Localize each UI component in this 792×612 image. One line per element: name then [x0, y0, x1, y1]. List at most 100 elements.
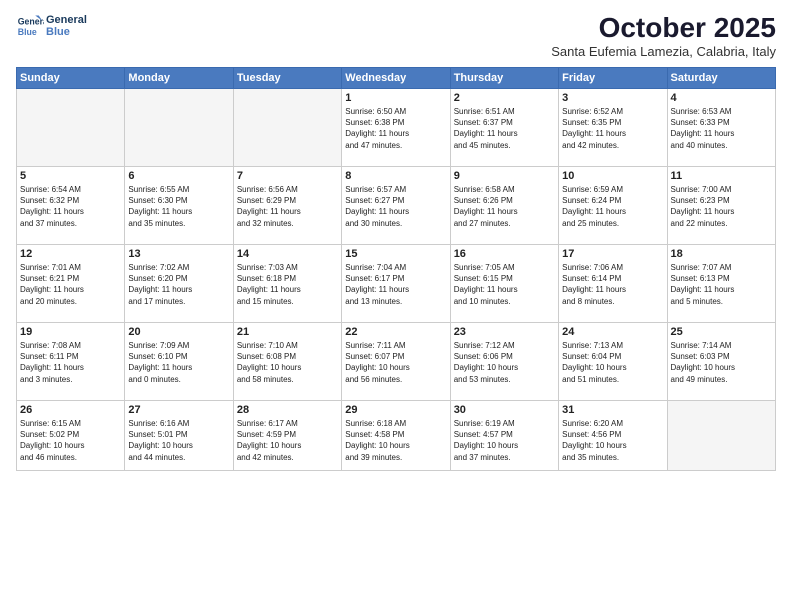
- day-number: 26: [20, 404, 121, 416]
- calendar-week-3: 12 Sunrise: 7:01 AM Sunset: 6:21 PM Dayli…: [17, 245, 776, 323]
- day-number: 23: [454, 326, 555, 338]
- day-number: 18: [671, 248, 772, 260]
- calendar-cell: 2Sunrise: 6:51 AM Sunset: 6:37 PM Daylig…: [450, 89, 558, 167]
- day-number: 7: [237, 170, 338, 182]
- day-number: 16: [454, 248, 555, 260]
- weekday-header-friday: Friday: [559, 68, 667, 89]
- day-info: Sunrise: 7:08 AM Sunset: 6:11 PM Dayligh…: [20, 340, 121, 385]
- weekday-header-wednesday: Wednesday: [342, 68, 450, 89]
- logo: General Blue General Blue: [16, 12, 87, 40]
- calendar-week-1: 1 Sunrise: 6:50 AM Sunset: 6:38 PM Daylig…: [17, 89, 776, 167]
- day-number: 28: [237, 404, 338, 416]
- day-number: 31: [562, 404, 663, 416]
- weekday-header-sunday: Sunday: [17, 68, 125, 89]
- svg-text:Blue: Blue: [18, 27, 37, 37]
- calendar-cell: [17, 89, 125, 167]
- day-number: 4: [671, 92, 772, 104]
- day-number: 15: [345, 248, 446, 260]
- day-info: Sunrise: 6:53 AM Sunset: 6:33 PM Dayligh…: [671, 106, 772, 151]
- day-info: Sunrise: 6:55 AM Sunset: 6:30 PM Dayligh…: [128, 184, 229, 229]
- day-number: 30: [454, 404, 555, 416]
- day-info: Sunrise: 7:05 AM Sunset: 6:15 PM Dayligh…: [454, 262, 555, 307]
- calendar-cell: 18 Sunrise: 7:07 AM Sunset: 6:13 PM Dayli…: [667, 245, 775, 323]
- day-info: Sunrise: 6:17 AM Sunset: 4:59 PM Dayligh…: [237, 418, 338, 463]
- calendar-cell: [233, 89, 341, 167]
- logo-text-line1: General: [46, 14, 87, 26]
- day-number: 2: [454, 92, 555, 104]
- calendar-cell: 9Sunrise: 6:58 AM Sunset: 6:26 PM Daylig…: [450, 167, 558, 245]
- day-info: Sunrise: 7:09 AM Sunset: 6:10 PM Dayligh…: [128, 340, 229, 385]
- weekday-header-thursday: Thursday: [450, 68, 558, 89]
- day-info: Sunrise: 6:54 AM Sunset: 6:32 PM Dayligh…: [20, 184, 121, 229]
- day-info: Sunrise: 7:03 AM Sunset: 6:18 PM Dayligh…: [237, 262, 338, 307]
- day-info: Sunrise: 7:13 AM Sunset: 6:04 PM Dayligh…: [562, 340, 663, 385]
- calendar-cell: 19 Sunrise: 7:08 AM Sunset: 6:11 PM Dayli…: [17, 323, 125, 401]
- title-block: October 2025 Santa Eufemia Lamezia, Cala…: [551, 12, 776, 59]
- day-info: Sunrise: 7:14 AM Sunset: 6:03 PM Dayligh…: [671, 340, 772, 385]
- calendar-cell: 24 Sunrise: 7:13 AM Sunset: 6:04 PM Dayli…: [559, 323, 667, 401]
- day-info: Sunrise: 6:57 AM Sunset: 6:27 PM Dayligh…: [345, 184, 446, 229]
- day-number: 14: [237, 248, 338, 260]
- calendar-week-2: 5 Sunrise: 6:54 AM Sunset: 6:32 PM Daylig…: [17, 167, 776, 245]
- day-info: Sunrise: 7:00 AM Sunset: 6:23 PM Dayligh…: [671, 184, 772, 229]
- day-info: Sunrise: 7:01 AM Sunset: 6:21 PM Dayligh…: [20, 262, 121, 307]
- calendar-table: SundayMondayTuesdayWednesdayThursdayFrid…: [16, 67, 776, 471]
- day-info: Sunrise: 6:15 AM Sunset: 5:02 PM Dayligh…: [20, 418, 121, 463]
- calendar-cell: 23 Sunrise: 7:12 AM Sunset: 6:06 PM Dayli…: [450, 323, 558, 401]
- calendar-cell: 13Sunrise: 7:02 AM Sunset: 6:20 PM Dayli…: [125, 245, 233, 323]
- day-number: 12: [20, 248, 121, 260]
- calendar-cell: 6Sunrise: 6:55 AM Sunset: 6:30 PM Daylig…: [125, 167, 233, 245]
- header: General Blue General Blue October 2025 S…: [16, 12, 776, 59]
- day-info: Sunrise: 6:59 AM Sunset: 6:24 PM Dayligh…: [562, 184, 663, 229]
- day-number: 3: [562, 92, 663, 104]
- calendar-week-5: 26 Sunrise: 6:15 AM Sunset: 5:02 PM Dayli…: [17, 401, 776, 471]
- calendar-cell: 31 Sunrise: 6:20 AM Sunset: 4:56 PM Dayli…: [559, 401, 667, 471]
- day-number: 10: [562, 170, 663, 182]
- day-info: Sunrise: 6:20 AM Sunset: 4:56 PM Dayligh…: [562, 418, 663, 463]
- calendar-cell: 14 Sunrise: 7:03 AM Sunset: 6:18 PM Dayli…: [233, 245, 341, 323]
- day-number: 27: [128, 404, 229, 416]
- day-number: 20: [128, 326, 229, 338]
- calendar-cell: 10 Sunrise: 6:59 AM Sunset: 6:24 PM Dayli…: [559, 167, 667, 245]
- day-info: Sunrise: 6:50 AM Sunset: 6:38 PM Dayligh…: [345, 106, 446, 151]
- day-info: Sunrise: 6:19 AM Sunset: 4:57 PM Dayligh…: [454, 418, 555, 463]
- day-number: 29: [345, 404, 446, 416]
- day-info: Sunrise: 6:58 AM Sunset: 6:26 PM Dayligh…: [454, 184, 555, 229]
- day-number: 17: [562, 248, 663, 260]
- calendar-cell: 3Sunrise: 6:52 AM Sunset: 6:35 PM Daylig…: [559, 89, 667, 167]
- day-number: 11: [671, 170, 772, 182]
- day-number: 5: [20, 170, 121, 182]
- location-subtitle: Santa Eufemia Lamezia, Calabria, Italy: [551, 44, 776, 59]
- day-number: 1: [345, 92, 446, 104]
- weekday-header-saturday: Saturday: [667, 68, 775, 89]
- day-number: 8: [345, 170, 446, 182]
- day-number: 22: [345, 326, 446, 338]
- logo-text-line2: Blue: [46, 26, 87, 38]
- calendar-cell: 15 Sunrise: 7:04 AM Sunset: 6:17 PM Dayli…: [342, 245, 450, 323]
- calendar-cell: [667, 401, 775, 471]
- calendar-cell: 8 Sunrise: 6:57 AM Sunset: 6:27 PM Daylig…: [342, 167, 450, 245]
- calendar-cell: 27Sunrise: 6:16 AM Sunset: 5:01 PM Dayli…: [125, 401, 233, 471]
- calendar-cell: 11 Sunrise: 7:00 AM Sunset: 6:23 PM Dayli…: [667, 167, 775, 245]
- day-info: Sunrise: 7:10 AM Sunset: 6:08 PM Dayligh…: [237, 340, 338, 385]
- calendar-cell: 21 Sunrise: 7:10 AM Sunset: 6:08 PM Dayli…: [233, 323, 341, 401]
- day-number: 21: [237, 326, 338, 338]
- calendar-cell: 29Sunrise: 6:18 AM Sunset: 4:58 PM Dayli…: [342, 401, 450, 471]
- day-info: Sunrise: 7:04 AM Sunset: 6:17 PM Dayligh…: [345, 262, 446, 307]
- calendar-cell: 7Sunrise: 6:56 AM Sunset: 6:29 PM Daylig…: [233, 167, 341, 245]
- day-number: 13: [128, 248, 229, 260]
- day-number: 19: [20, 326, 121, 338]
- calendar-cell: [125, 89, 233, 167]
- calendar-cell: 26 Sunrise: 6:15 AM Sunset: 5:02 PM Dayli…: [17, 401, 125, 471]
- day-number: 25: [671, 326, 772, 338]
- logo-icon: General Blue: [16, 12, 44, 40]
- day-info: Sunrise: 7:06 AM Sunset: 6:14 PM Dayligh…: [562, 262, 663, 307]
- calendar-week-4: 19 Sunrise: 7:08 AM Sunset: 6:11 PM Dayli…: [17, 323, 776, 401]
- calendar-cell: 20 Sunrise: 7:09 AM Sunset: 6:10 PM Dayli…: [125, 323, 233, 401]
- calendar-cell: 25 Sunrise: 7:14 AM Sunset: 6:03 PM Dayli…: [667, 323, 775, 401]
- day-info: Sunrise: 7:07 AM Sunset: 6:13 PM Dayligh…: [671, 262, 772, 307]
- calendar-cell: 30 Sunrise: 6:19 AM Sunset: 4:57 PM Dayli…: [450, 401, 558, 471]
- weekday-header-row: SundayMondayTuesdayWednesdayThursdayFrid…: [17, 68, 776, 89]
- day-info: Sunrise: 7:12 AM Sunset: 6:06 PM Dayligh…: [454, 340, 555, 385]
- day-number: 24: [562, 326, 663, 338]
